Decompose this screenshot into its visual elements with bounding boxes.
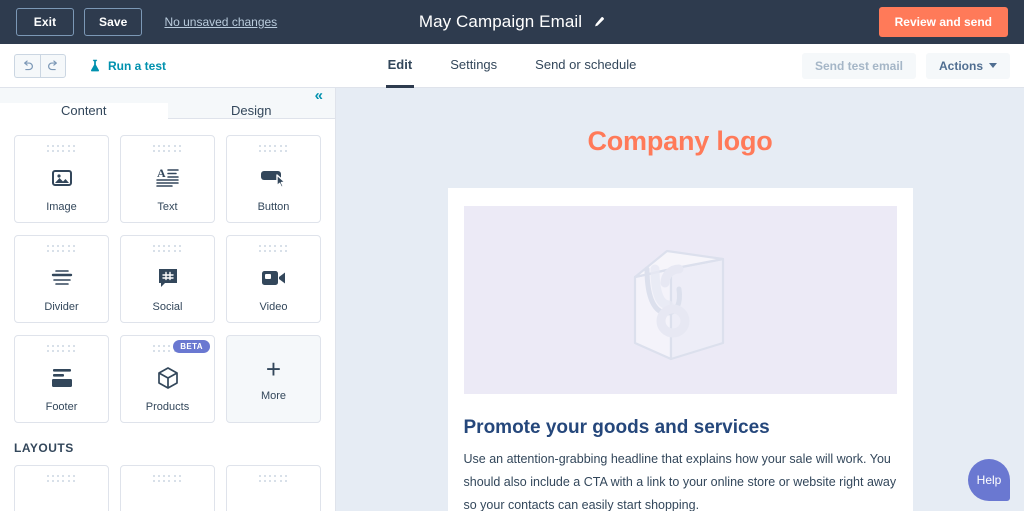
drag-handle-icon[interactable] — [152, 475, 183, 484]
sidebar-tab-list: Content Design — [0, 103, 335, 119]
editor-body: « Content Design Image A Text Button Div… — [0, 88, 1024, 511]
module-label: Text — [157, 201, 178, 213]
text-icon: A — [155, 166, 179, 187]
header-left-group: Exit Save No unsaved changes — [16, 8, 277, 36]
social-hashtag-icon — [158, 268, 177, 287]
module-card-button[interactable]: Button — [226, 135, 321, 223]
drag-handle-icon[interactable] — [258, 145, 289, 154]
module-label: Divider — [44, 301, 79, 313]
divider-icon — [51, 269, 72, 285]
drag-handle-icon[interactable] — [46, 245, 77, 254]
drag-handle-icon[interactable] — [152, 145, 183, 154]
image-icon — [51, 169, 72, 186]
module-card-footer[interactable]: Footer — [14, 335, 109, 423]
review-and-send-button[interactable]: Review and send — [878, 7, 1008, 37]
module-card-text[interactable]: A Text — [120, 135, 215, 223]
module-label: Button — [257, 201, 290, 213]
layout-card[interactable] — [120, 465, 215, 511]
unsaved-changes-status[interactable]: No unsaved changes — [164, 15, 277, 29]
beta-badge: BETA — [173, 340, 210, 353]
module-label: Products — [145, 401, 190, 413]
module-row: Footer BETA Products + More — [14, 335, 321, 423]
module-row: Image A Text Button — [14, 135, 321, 223]
content-sidebar: « Content Design Image A Text Button Div… — [0, 88, 336, 511]
sidebar-tab-content[interactable]: Content — [0, 103, 168, 119]
module-card-video[interactable]: Video — [226, 235, 321, 323]
footer-icon — [51, 368, 72, 387]
top-header-bar: Exit Save No unsaved changes May Campaig… — [0, 0, 1024, 44]
pencil-icon[interactable] — [592, 16, 605, 29]
plus-icon: + — [265, 354, 282, 384]
tab-settings[interactable]: Settings — [448, 44, 499, 88]
module-card-divider[interactable]: Divider — [14, 235, 109, 323]
actions-menu-button[interactable]: Actions — [925, 52, 1010, 79]
drag-handle-icon[interactable] — [46, 345, 77, 354]
sidebar-tab-design[interactable]: Design — [167, 103, 335, 119]
module-card-image[interactable]: Image — [14, 135, 109, 223]
package-box-icon — [157, 366, 178, 389]
drag-handle-icon[interactable] — [46, 475, 77, 484]
company-logo-text[interactable]: Company logo — [587, 126, 772, 157]
video-camera-icon — [261, 270, 285, 285]
email-body-text[interactable]: Use an attention-grabbing headline that … — [464, 448, 897, 511]
email-content-card: Promote your goods and services Use an a… — [447, 188, 913, 511]
module-palette: Image A Text Button Divider Social Video… — [0, 119, 335, 435]
module-row: Divider Social Video — [14, 235, 321, 323]
drag-handle-icon[interactable] — [258, 475, 289, 484]
sidebar-collapse-row: « — [0, 88, 335, 103]
drag-handle-icon[interactable] — [258, 245, 289, 254]
module-card-products[interactable]: BETA Products — [120, 335, 215, 423]
button-icon — [260, 170, 286, 188]
drag-handle-icon[interactable] — [46, 145, 77, 154]
header-right-group: Review and send — [878, 7, 1008, 37]
module-label: Video — [259, 301, 288, 313]
drag-handle-icon[interactable] — [152, 245, 183, 254]
tab-edit[interactable]: Edit — [385, 44, 415, 88]
module-label: More — [260, 390, 287, 402]
page-title: May Campaign Email — [418, 12, 583, 31]
shopping-bag-illustration — [633, 249, 725, 361]
module-label: Social — [152, 301, 183, 313]
svg-text:A: A — [157, 166, 166, 180]
module-label: Image — [46, 201, 77, 213]
email-editor-app: Exit Save No unsaved changes May Campaig… — [0, 0, 1024, 511]
module-card-social[interactable]: Social — [120, 235, 215, 323]
exit-button[interactable]: Exit — [16, 8, 74, 36]
chevron-double-left-icon[interactable]: « — [315, 88, 323, 103]
actions-label: Actions — [938, 58, 983, 73]
layouts-section-heading: LAYOUTS — [14, 441, 74, 455]
layout-card[interactable] — [14, 465, 109, 511]
save-button[interactable]: Save — [84, 8, 143, 36]
layout-card[interactable] — [226, 465, 321, 511]
toolbar-right-group: Send test email Actions — [801, 52, 1010, 79]
editor-toolbar: Run a test Edit Settings Send or schedul… — [0, 44, 1024, 88]
chevron-down-icon — [989, 63, 997, 68]
email-preview-canvas: Company logo Promote your goods and serv… — [336, 88, 1024, 511]
layouts-row — [0, 465, 335, 511]
send-test-email-button[interactable]: Send test email — [801, 52, 916, 79]
help-button[interactable]: Help — [968, 459, 1010, 501]
hero-image-module[interactable] — [463, 206, 897, 394]
tab-send-or-schedule[interactable]: Send or schedule — [533, 44, 638, 88]
module-card-more[interactable]: + More — [226, 335, 321, 423]
module-label: Footer — [45, 401, 78, 413]
email-heading[interactable]: Promote your goods and services — [464, 417, 897, 439]
